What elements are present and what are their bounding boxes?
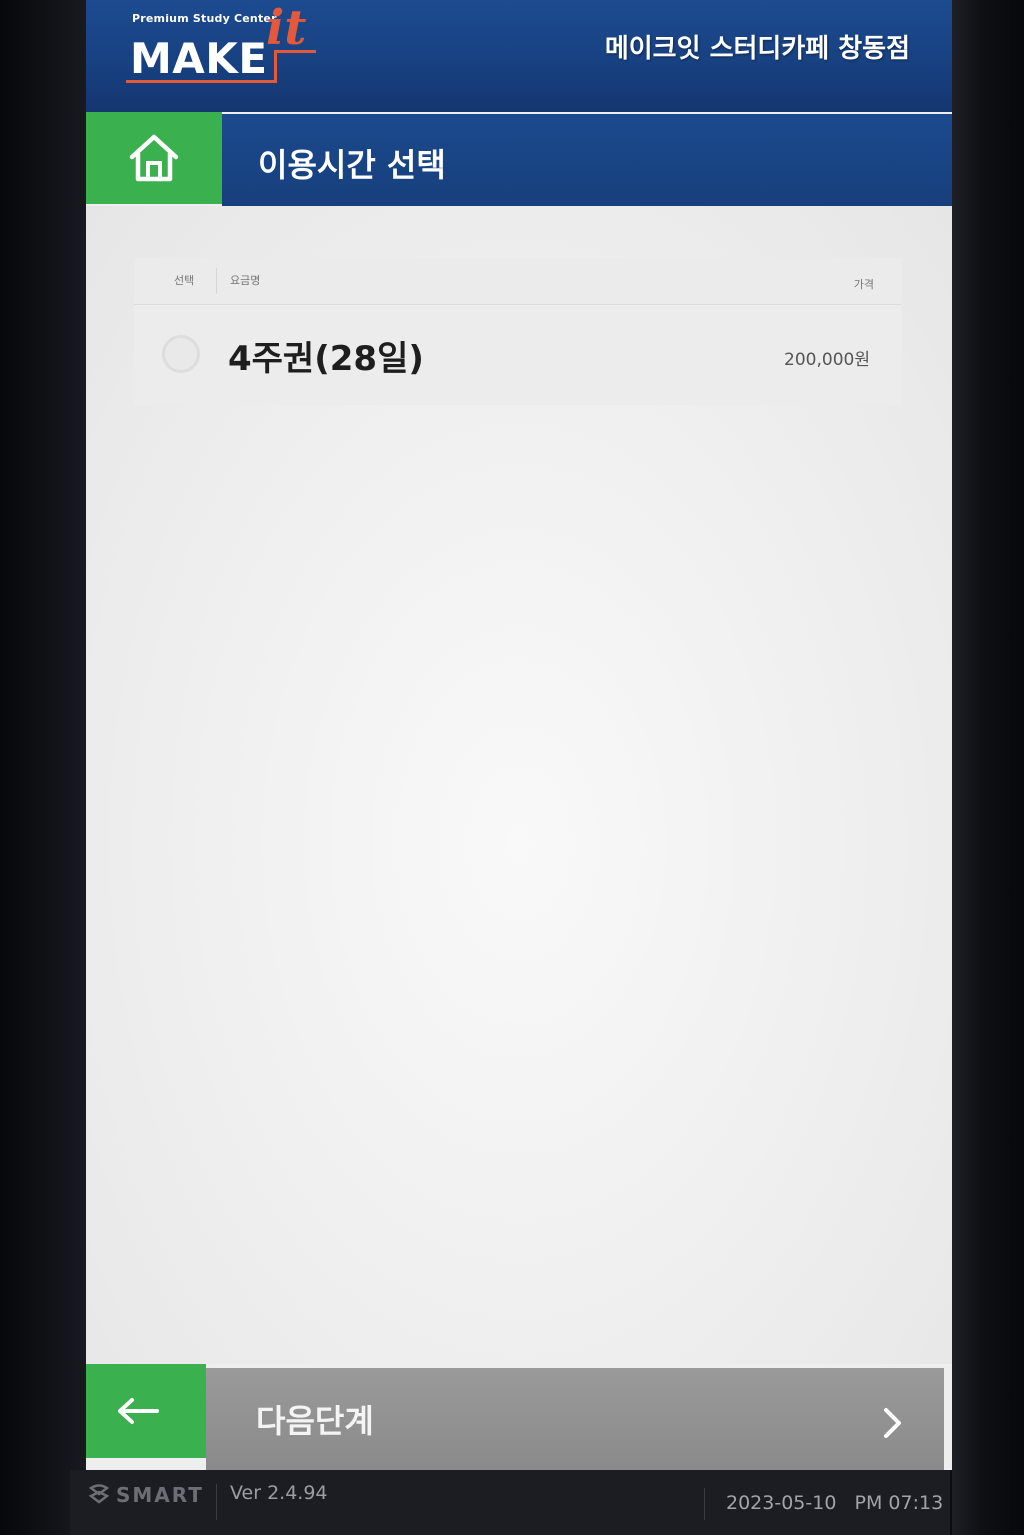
smart-logo-icon — [88, 1484, 110, 1504]
plan-table: 선택 요금명 가격 4주권(28일) 200,000원 — [134, 258, 902, 406]
chevron-right-icon — [884, 1408, 901, 1438]
content-area: 선택 요금명 가격 4주권(28일) 200,000원 — [86, 206, 952, 1364]
plan-radio-button[interactable] — [162, 335, 200, 373]
next-step-button[interactable]: 다음단계 — [206, 1368, 944, 1470]
logo-make: MAKE — [130, 34, 268, 83]
column-header-price: 가격 — [853, 278, 874, 291]
device-bezel-right — [952, 0, 1024, 1535]
logo-underline — [126, 80, 276, 83]
title-bar: 이용시간 선택 — [222, 114, 952, 206]
current-time: PM 07:13 — [854, 1492, 944, 1514]
store-name: 메이크잇 스터디카페 창동점 — [604, 34, 910, 64]
logo-tagline: Premium Study Center — [132, 12, 277, 25]
table-header: 선택 요금명 가격 — [134, 258, 902, 305]
next-step-label: 다음단계 — [256, 1402, 374, 1440]
current-datetime: 2023-05-10 PM 07:13 — [726, 1492, 943, 1514]
home-icon — [129, 134, 179, 182]
table-row[interactable]: 4주권(28일) 200,000원 — [134, 305, 902, 405]
app-header: Premium Study Center MAKE it 메이크잇 스터디카페 … — [86, 0, 952, 112]
back-button[interactable] — [86, 1364, 206, 1458]
page-title: 이용시간 선택 — [258, 146, 446, 184]
footer-divider — [704, 1488, 705, 1520]
column-divider — [216, 268, 217, 294]
device-bezel-left — [0, 0, 86, 1535]
home-button[interactable] — [86, 112, 222, 204]
kiosk-screen: Premium Study Center MAKE it 메이크잇 스터디카페 … — [86, 0, 952, 1470]
brand-name: SMART — [116, 1483, 204, 1507]
column-header-name: 요금명 — [230, 274, 261, 287]
logo-hook-top — [274, 50, 316, 53]
plan-price: 200,000원 — [784, 350, 870, 370]
kiosk-footer: SMART Ver 2.4.94 2023-05-10 PM 07:13 — [70, 1470, 950, 1535]
column-header-select: 선택 — [174, 274, 195, 287]
brand-logo: SMART — [88, 1482, 204, 1508]
current-date: 2023-05-10 — [726, 1492, 837, 1514]
app-version: Ver 2.4.94 — [230, 1482, 328, 1504]
logo-it: it — [266, 0, 307, 56]
footer-divider — [216, 1484, 217, 1520]
logo-hook — [274, 50, 277, 83]
arrow-left-icon — [118, 1398, 159, 1424]
plan-name: 4주권(28일) — [228, 339, 424, 379]
